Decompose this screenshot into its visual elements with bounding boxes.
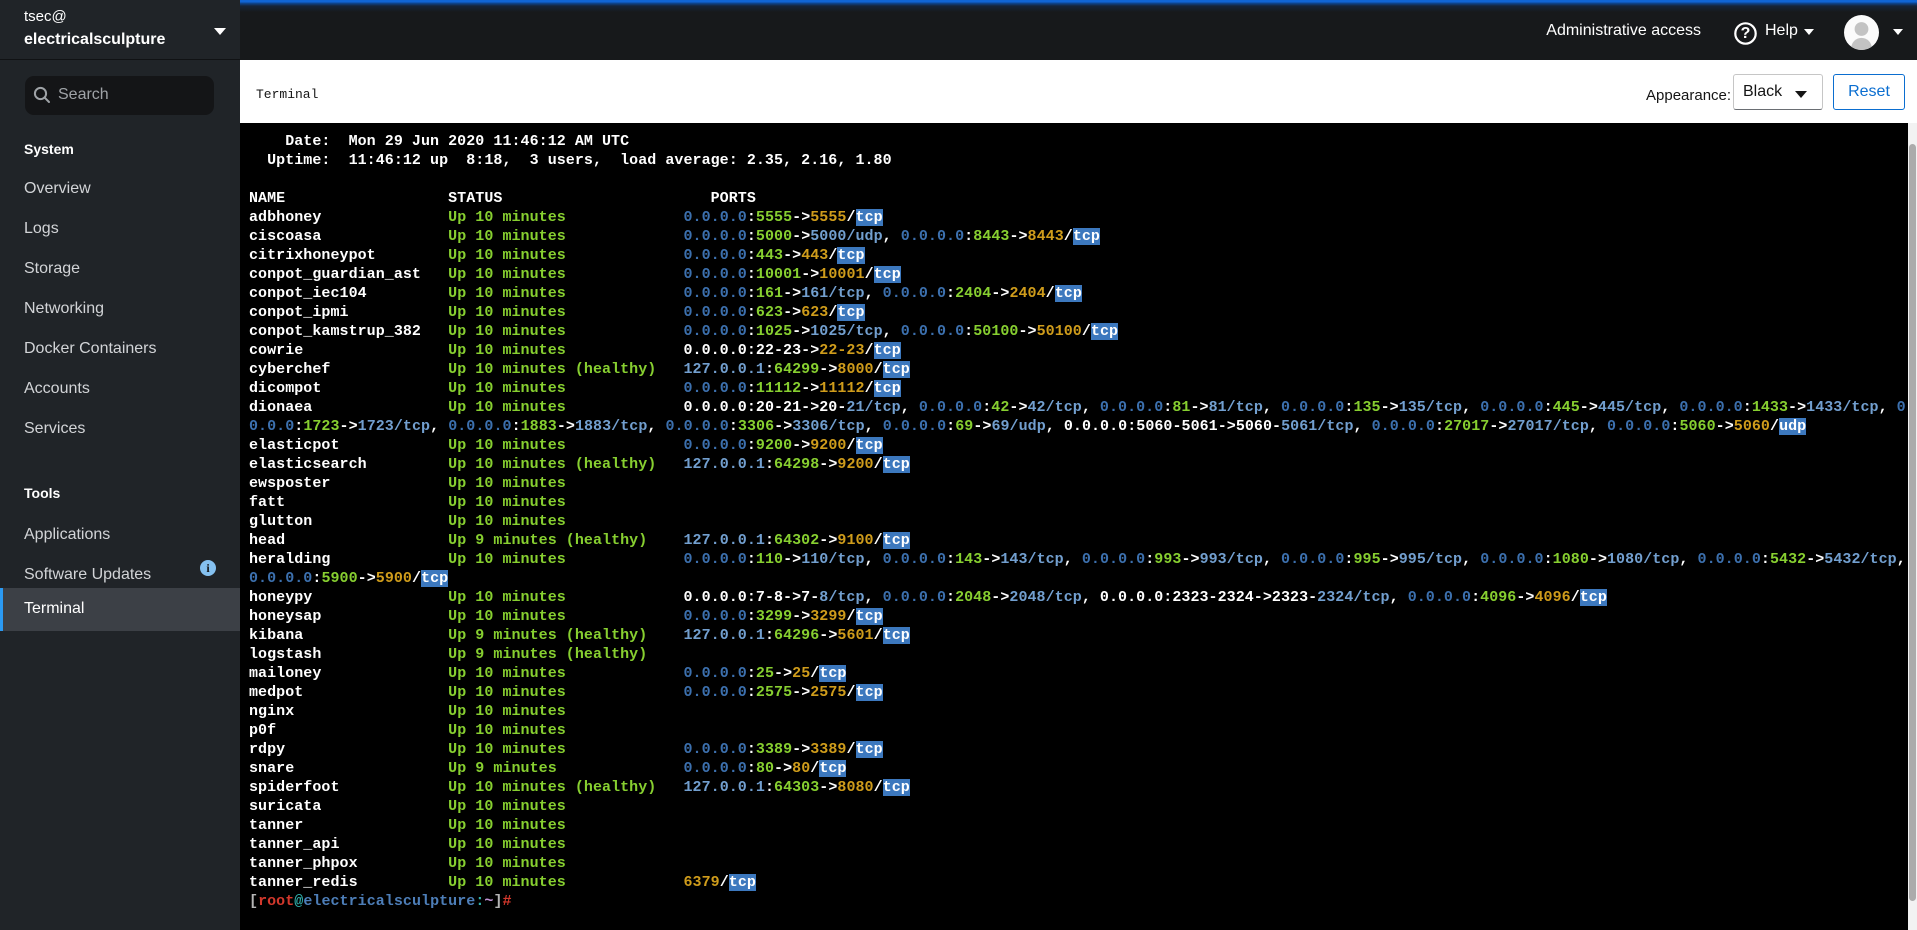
svg-text:?: ? (1741, 25, 1751, 42)
